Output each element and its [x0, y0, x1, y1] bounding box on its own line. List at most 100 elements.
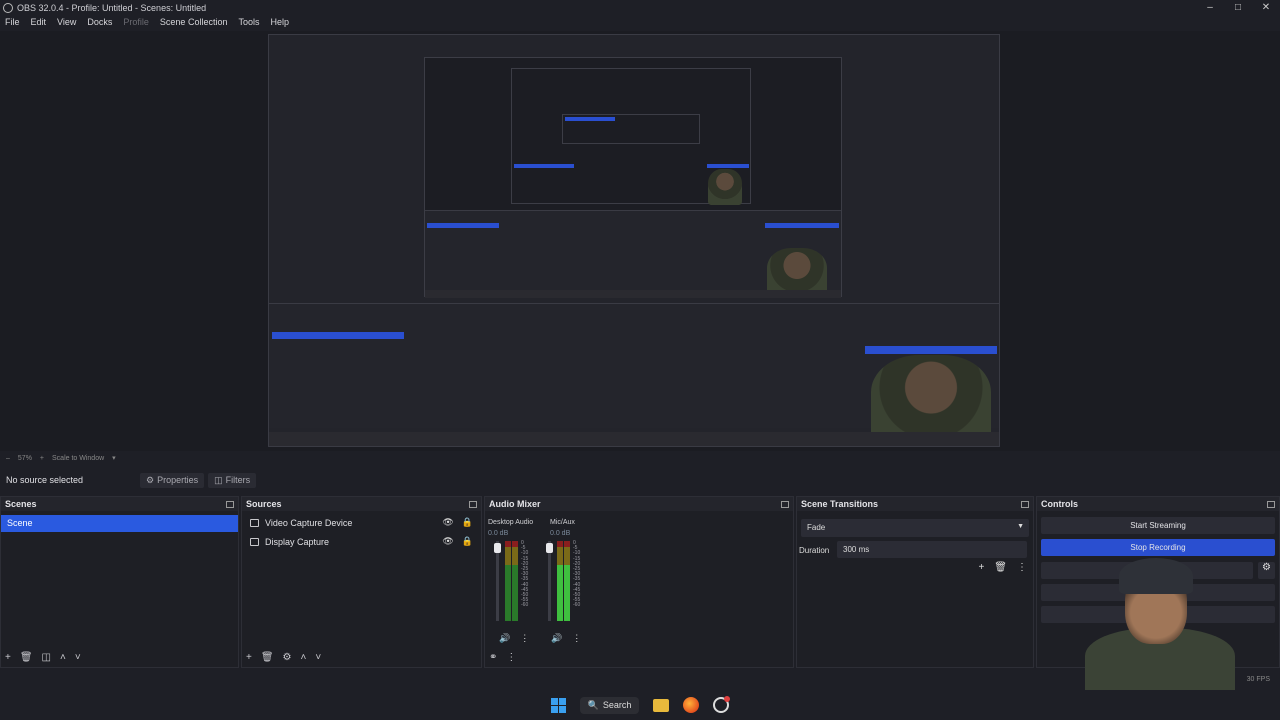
- undock-icon[interactable]: [781, 500, 789, 508]
- firefox-icon[interactable]: [683, 697, 700, 713]
- add-icon[interactable]: +: [246, 652, 252, 663]
- nested-scene-highlight: [514, 164, 574, 168]
- maximize-icon[interactable]: □: [1224, 0, 1252, 15]
- transitions-title: Scene Transitions: [801, 499, 879, 509]
- menu-docks[interactable]: Docks: [82, 15, 118, 31]
- undock-icon[interactable]: [469, 500, 477, 508]
- mic-aux-controls: 🔊 ⋮: [551, 633, 581, 644]
- person-beanie: [1119, 558, 1193, 594]
- add-icon[interactable]: +: [978, 562, 984, 573]
- chevron-down-icon[interactable]: ▾: [112, 454, 116, 462]
- eye-icon[interactable]: 👁: [442, 536, 453, 547]
- filter-icon[interactable]: ◫: [42, 652, 51, 663]
- mic-aux-meter-r: [564, 541, 570, 621]
- nested-obs-titlebar: [269, 35, 999, 45]
- trash-icon[interactable]: 🗑: [261, 652, 274, 663]
- file-explorer-icon[interactable]: [653, 698, 670, 712]
- taskbar-search[interactable]: 🔍 Search: [579, 696, 640, 714]
- search-label: Search: [602, 700, 632, 710]
- windows-start-icon[interactable]: [550, 697, 566, 713]
- trash-icon[interactable]: 🗑: [994, 562, 1007, 573]
- nested-scene-item: [427, 223, 499, 228]
- transitions-body: Fade ▼ Duration 300 ms + 🗑 ⋮: [797, 511, 1033, 667]
- menu-file[interactable]: File: [0, 15, 26, 31]
- properties-label: Properties: [157, 475, 199, 485]
- stop-recording-button[interactable]: Stop Recording: [1041, 539, 1275, 556]
- mic-aux-fader[interactable]: [546, 541, 553, 621]
- undock-icon[interactable]: [226, 500, 234, 508]
- menu-view[interactable]: View: [52, 15, 82, 31]
- source-label: Display Capture: [265, 536, 330, 547]
- scene-item[interactable]: Scene: [1, 515, 238, 532]
- sources-footer: + 🗑 ⚙ ˄ ˅: [246, 652, 321, 663]
- undock-icon[interactable]: [1267, 500, 1275, 508]
- channel-name: Desktop Audio: [488, 519, 534, 526]
- mixer-title: Audio Mixer: [489, 499, 541, 509]
- chevron-down-icon[interactable]: ˅: [75, 652, 81, 663]
- scenes-dock: Scenes Scene + 🗑 ◫ ˄ ˅: [0, 496, 239, 668]
- filters-button[interactable]: ◫ Filters: [208, 472, 257, 488]
- minimize-icon[interactable]: –: [1196, 0, 1224, 15]
- properties-button[interactable]: ⚙ Properties: [140, 472, 205, 488]
- eye-icon[interactable]: 👁: [442, 517, 453, 528]
- preview-toolbar: – 57% + Scale to Window ▾: [0, 451, 1280, 465]
- source-row[interactable]: Video Capture Device 👁 🔒: [242, 513, 481, 532]
- menu-help[interactable]: Help: [265, 15, 295, 31]
- trash-icon[interactable]: 🗑: [20, 652, 33, 663]
- duration-input[interactable]: 300 ms: [837, 541, 1027, 558]
- scenes-list: Scene + 🗑 ◫ ˄ ˅: [1, 511, 238, 667]
- menu-bar: File Edit View Docks Profile Scene Colle…: [0, 15, 295, 31]
- obs-taskbar-icon[interactable]: [713, 696, 731, 713]
- desktop-audio-fader[interactable]: [494, 541, 501, 621]
- program-preview[interactable]: [268, 34, 1000, 447]
- more-icon[interactable]: ⋮: [1017, 562, 1027, 573]
- scenes-footer: + 🗑 ◫ ˄ ˅: [5, 652, 81, 663]
- sources-dock-header: Sources: [242, 497, 481, 511]
- lock-icon[interactable]: 🔒: [462, 517, 473, 528]
- monitor-icon: [250, 537, 259, 546]
- more-icon[interactable]: ⋮: [520, 633, 529, 644]
- duration-label: Duration: [799, 546, 830, 555]
- undock-icon[interactable]: [1021, 500, 1029, 508]
- scenes-dock-header: Scenes: [1, 497, 238, 511]
- webcam-overlay: [1085, 558, 1235, 690]
- controls-title: Controls: [1041, 499, 1078, 509]
- close-icon[interactable]: ✕: [1252, 0, 1280, 15]
- zoom-out-icon[interactable]: –: [6, 455, 10, 462]
- more-icon[interactable]: ⋮: [572, 633, 581, 644]
- window-controls: – □ ✕: [1196, 0, 1280, 15]
- source-toggles: 👁 🔒: [442, 536, 481, 547]
- zoom-in-icon[interactable]: +: [40, 455, 44, 462]
- speaker-icon[interactable]: 🔊: [499, 633, 510, 644]
- nested-preview-level-2: [424, 57, 842, 298]
- mixer-footer: ⚭ ⋮: [489, 652, 516, 663]
- gear-icon[interactable]: ⚙: [1258, 562, 1275, 579]
- chevron-up-icon[interactable]: ˄: [301, 652, 307, 663]
- menu-profile[interactable]: Profile: [118, 15, 155, 31]
- transition-controls: + 🗑 ⋮: [978, 562, 1027, 573]
- gear-icon: ⚙: [146, 474, 155, 485]
- link-icon[interactable]: ⚭: [489, 652, 497, 663]
- source-row[interactable]: Display Capture 👁 🔒: [242, 532, 481, 551]
- nested-taskbar: [425, 290, 841, 298]
- add-icon[interactable]: +: [5, 652, 11, 663]
- speaker-icon[interactable]: 🔊: [551, 633, 562, 644]
- chevron-up-icon[interactable]: ˄: [60, 652, 66, 663]
- lock-icon[interactable]: 🔒: [462, 536, 473, 547]
- gear-icon[interactable]: ⚙: [283, 652, 292, 663]
- window-title: OBS 32.0.4 - Profile: Untitled - Scenes:…: [17, 2, 207, 13]
- menu-edit[interactable]: Edit: [26, 15, 53, 31]
- more-icon[interactable]: ⋮: [506, 652, 516, 663]
- sources-title: Sources: [246, 499, 282, 509]
- desktop-audio-meter-r: [512, 541, 518, 621]
- chevron-down-icon[interactable]: ˅: [315, 652, 321, 663]
- scenes-title: Scenes: [5, 499, 37, 509]
- nested-stop-recording: [765, 223, 839, 228]
- channel-db: 0.0 dB: [550, 530, 571, 537]
- scale-mode-select[interactable]: Scale to Window: [52, 455, 104, 462]
- menu-scene-collection[interactable]: Scene Collection: [155, 15, 234, 31]
- channel-name: Mic/Aux: [550, 519, 575, 526]
- transition-select[interactable]: Fade ▼: [801, 519, 1029, 537]
- menu-tools[interactable]: Tools: [233, 15, 265, 31]
- start-streaming-button[interactable]: Start Streaming: [1041, 517, 1275, 534]
